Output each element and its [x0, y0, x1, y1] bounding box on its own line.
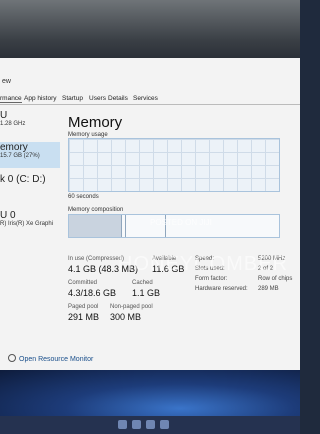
segment-divider: [121, 215, 122, 237]
paged-pool-value: 291 MB: [68, 312, 100, 322]
search-icon[interactable]: [132, 420, 141, 429]
cached-value: 1.1 GB: [132, 288, 161, 298]
tab-startup[interactable]: Startup: [62, 95, 83, 102]
in-use-label: In use (Compressed): [68, 256, 125, 262]
committed-value: 4.3/18.6 GB: [68, 288, 117, 298]
sidebar-item-cpu[interactable]: U 1.28 GHz: [0, 110, 60, 136]
sidebar-item-sub: 15.7 GB (27%): [0, 153, 40, 159]
committed-label: Committed: [68, 280, 98, 286]
cached-label: Cached: [132, 280, 153, 286]
watermark-large: HONEYCOMBER: [118, 253, 288, 275]
memory-usage-graph: [68, 138, 280, 192]
task-view-icon[interactable]: [146, 420, 155, 429]
form-factor-label: Form factor:: [195, 276, 228, 282]
sidebar-item-sub: 1.28 GHz: [0, 121, 26, 127]
laptop-bezel: [0, 0, 300, 58]
segment-divider: [125, 215, 126, 237]
tab-users[interactable]: Users: [89, 95, 106, 102]
tab-performance[interactable]: rmance: [0, 95, 22, 103]
sidebar-item-title: U: [0, 110, 8, 121]
hardware-reserved-label: Hardware reserved:: [195, 286, 248, 292]
file-explorer-icon[interactable]: [160, 420, 169, 429]
tab-app-history[interactable]: App history: [24, 95, 57, 102]
resource-monitor-icon: [8, 354, 16, 362]
footer-link-label: Open Resource Monitor: [19, 356, 94, 363]
seconds-label: 60 seconds: [68, 194, 99, 200]
sidebar-item-memory[interactable]: emory 15.7 GB (27%): [0, 142, 60, 168]
hardware-reserved-value: 289 MB: [258, 286, 279, 292]
window-title: ew: [2, 78, 11, 85]
nonpaged-pool-value: 300 MB: [110, 312, 142, 322]
nonpaged-pool-label: Non-paged pool: [110, 304, 153, 310]
tab-strip: rmance App history Startup Users Details…: [0, 94, 300, 105]
in-use-segment: [69, 215, 121, 237]
sidebar-item-title: k 0 (C: D:): [0, 174, 46, 185]
open-resource-monitor-link[interactable]: Open Resource Monitor: [8, 354, 93, 363]
sidebar-item-disk[interactable]: k 0 (C: D:): [0, 174, 60, 196]
taskbar: [0, 416, 300, 434]
form-factor-value: Row of chips: [258, 276, 293, 282]
watermark-small: POSTED ON JIJI: [150, 218, 212, 227]
tab-services[interactable]: Services: [133, 95, 158, 102]
paged-pool-label: Paged pool: [68, 304, 99, 310]
composition-label: Memory composition: [68, 207, 124, 213]
resource-sidebar: U 1.28 GHz emory 15.7 GB (27%) k 0 (C: D…: [0, 106, 60, 356]
page-title: Memory: [68, 114, 123, 131]
memory-panel: Memory Memory usage 60 seconds Memory co…: [62, 106, 300, 376]
start-icon[interactable]: [118, 420, 127, 429]
sidebar-item-title: emory: [0, 142, 28, 153]
tab-details[interactable]: Details: [108, 95, 128, 102]
sidebar-item-title: U 0: [0, 210, 16, 221]
title-bar: ew: [0, 76, 300, 88]
sidebar-item-gpu[interactable]: U 0 R) Iris(R) Xe Graphi: [0, 210, 60, 236]
task-manager-window: ew rmance App history Startup Users Deta…: [0, 58, 300, 434]
sidebar-item-sub: R) Iris(R) Xe Graphi: [0, 221, 54, 227]
